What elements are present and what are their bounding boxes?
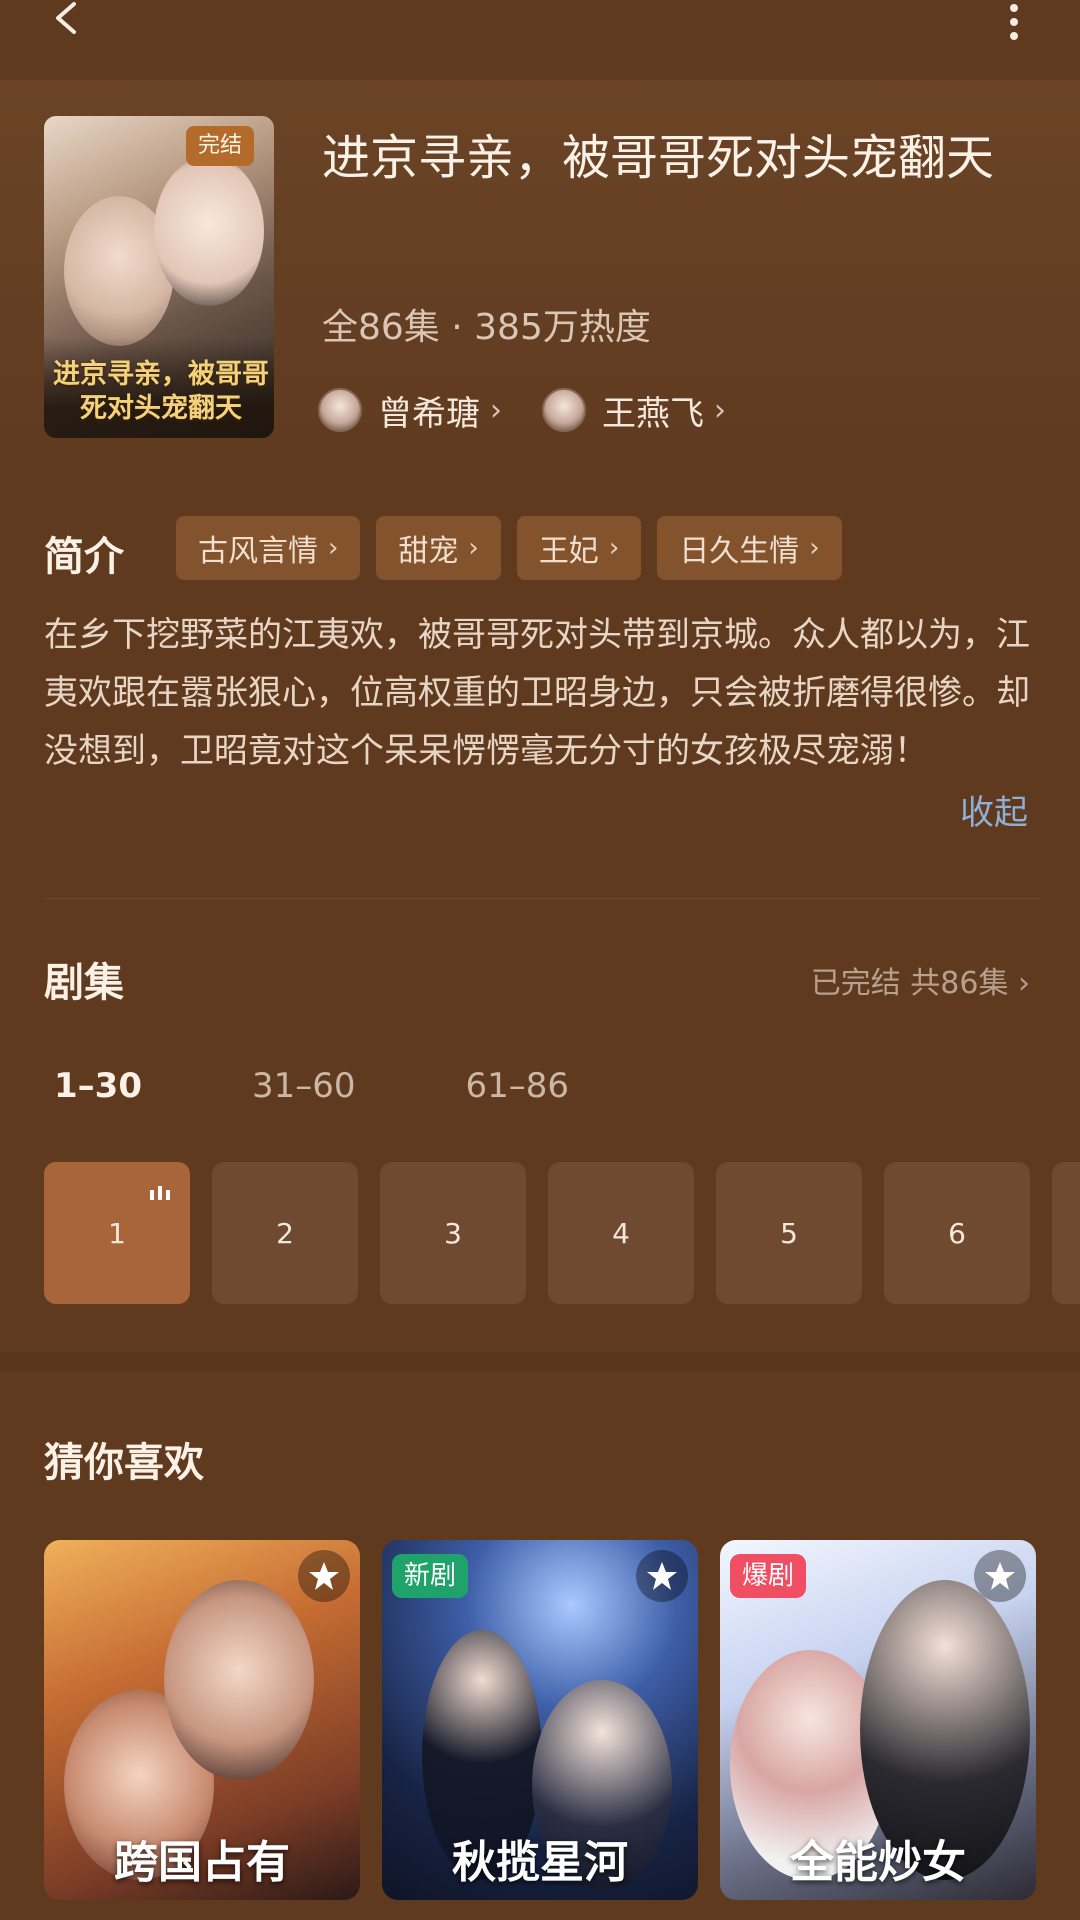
- episode-button[interactable]: 2: [212, 1162, 358, 1304]
- card-figure: [164, 1580, 314, 1780]
- card-title-art: 跨国占有: [114, 1837, 290, 1888]
- tag-list: 古风言情 › 甜宠 › 王妃 › 日久生情 ›: [176, 516, 858, 580]
- new-badge: 新剧: [392, 1554, 469, 1598]
- divider: [44, 898, 1040, 899]
- recommend-card[interactable]: 爆剧 全能炒女: [720, 1540, 1036, 1900]
- chevron-right-icon: ›: [1018, 966, 1030, 1001]
- section-separator: [0, 1352, 1080, 1372]
- episode-button[interactable]: 3: [380, 1162, 526, 1304]
- tag-chip[interactable]: 甜宠 ›: [376, 516, 501, 580]
- range-tabs: 1–30 31–60 61–86: [54, 1066, 679, 1106]
- tag-chip[interactable]: 日久生情 ›: [657, 516, 842, 580]
- favorite-star-icon[interactable]: [974, 1550, 1026, 1602]
- episode-number: 2: [276, 1216, 294, 1250]
- episode-number: 1: [108, 1216, 126, 1250]
- recommend-heading: 猜你喜欢: [44, 1440, 204, 1486]
- top-bar: [0, 0, 1080, 80]
- tab-range-1[interactable]: 1–30: [54, 1066, 142, 1106]
- back-button[interactable]: [50, 0, 100, 50]
- actor-name: 曾希瑭: [378, 393, 480, 434]
- episode-list: 1 2 3 4 5 6: [44, 1162, 1080, 1304]
- recommend-card[interactable]: 新剧 秋揽星河: [382, 1540, 698, 1900]
- more-button[interactable]: [996, 0, 1032, 50]
- favorite-star-icon[interactable]: [636, 1550, 688, 1602]
- intro-heading: 简介: [44, 534, 124, 580]
- episode-number: 6: [948, 1216, 966, 1250]
- tag-label: 甜宠: [398, 534, 459, 569]
- episodes-heading: 剧集: [44, 960, 124, 1006]
- episode-button[interactable]: 1: [44, 1162, 190, 1304]
- chevron-right-icon: ›: [809, 533, 820, 563]
- episode-button-partial[interactable]: [1052, 1162, 1080, 1304]
- favorite-star-icon[interactable]: [298, 1550, 350, 1602]
- episodes-status-link[interactable]: 已完结 共86集 ›: [811, 958, 1030, 1002]
- chevron-right-icon: ›: [490, 392, 502, 428]
- summary-text: 在乡下挖野菜的江夷欢，被哥哥死对头带到京城。众人都以为，江夷欢跟在嚣张狠心，位高…: [44, 615, 1030, 771]
- chevron-right-icon: ›: [714, 392, 726, 428]
- episode-button[interactable]: 5: [716, 1162, 862, 1304]
- actor-name: 王燕飞: [602, 393, 704, 434]
- episode-number: 3: [444, 1216, 462, 1250]
- vertical-dots-icon: [1010, 4, 1018, 40]
- actor-item[interactable]: 曾希瑭 ›: [318, 386, 502, 435]
- poster-figure-female: [154, 156, 264, 306]
- collapse-link[interactable]: 收起: [960, 785, 1028, 834]
- tab-range-2[interactable]: 31–60: [252, 1066, 356, 1106]
- avatar: [542, 388, 586, 432]
- actor-list: 曾希瑭 › 王燕飞 ›: [318, 386, 766, 434]
- hot-badge: 爆剧: [730, 1554, 807, 1598]
- chevron-left-icon: [56, 2, 76, 34]
- chevron-right-icon: ›: [328, 533, 339, 563]
- episode-number: 5: [780, 1216, 798, 1250]
- tab-range-3[interactable]: 61–86: [466, 1066, 570, 1106]
- card-title-art: 全能炒女: [790, 1837, 966, 1888]
- episode-button[interactable]: 6: [884, 1162, 1030, 1304]
- episode-number: 4: [612, 1216, 630, 1250]
- episode-button[interactable]: 4: [548, 1162, 694, 1304]
- card-title-art: 秋揽星河: [452, 1837, 628, 1888]
- tag-chip[interactable]: 古风言情 ›: [176, 516, 361, 580]
- tag-chip[interactable]: 王妃 ›: [516, 516, 642, 580]
- status-badge: 完结: [186, 126, 255, 166]
- poster-title-art: 进京寻亲，被哥哥死对头宠翻天: [53, 359, 269, 424]
- tag-label: 日久生情: [679, 534, 800, 569]
- tag-label: 古风言情: [198, 534, 318, 569]
- recommend-card[interactable]: 跨国占有: [44, 1540, 360, 1900]
- drama-meta: 全86集 · 385万热度: [322, 307, 651, 348]
- avatar: [318, 388, 362, 432]
- chevron-right-icon: ›: [468, 533, 479, 563]
- chevron-right-icon: ›: [608, 533, 620, 563]
- episodes-status-text: 已完结 共86集: [810, 966, 1009, 1001]
- playing-icon: [150, 1184, 170, 1200]
- tag-label: 王妃: [538, 534, 599, 569]
- recommend-list: 跨国占有 新剧 秋揽星河 爆剧 全能炒女: [44, 1540, 1058, 1900]
- actor-item[interactable]: 王燕飞 ›: [542, 386, 726, 435]
- drama-title: 进京寻亲，被哥哥死对头宠翻天: [322, 130, 995, 186]
